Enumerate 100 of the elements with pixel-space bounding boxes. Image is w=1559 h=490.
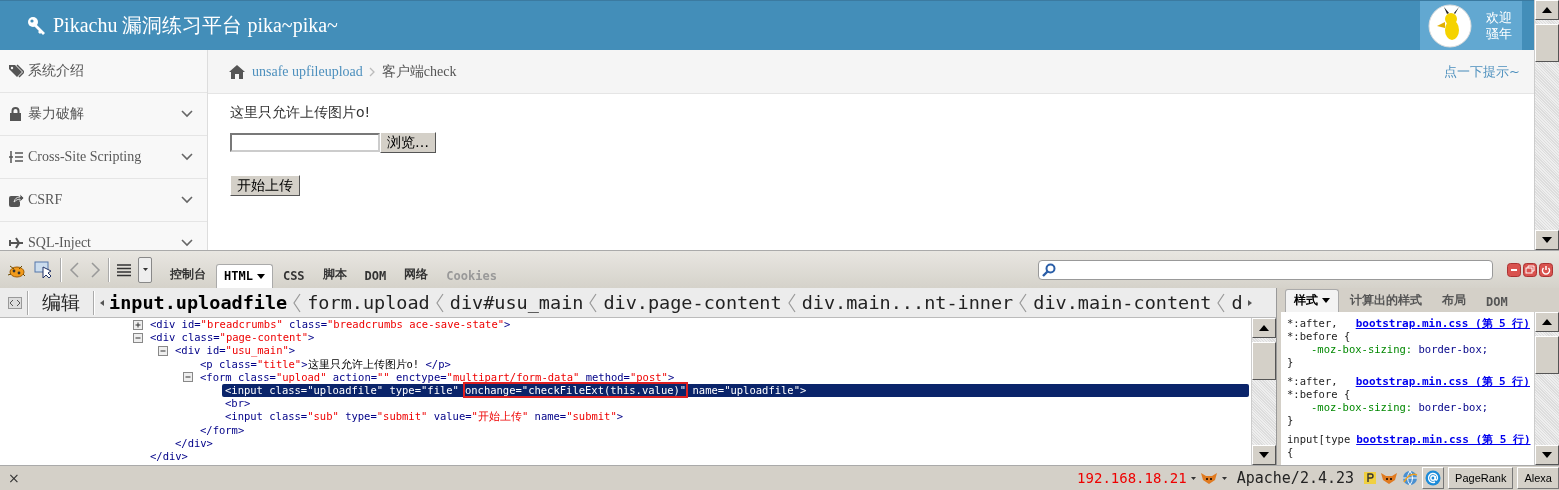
tag-icon [8, 63, 24, 79]
expand-arrows-icon[interactable] [8, 296, 22, 309]
stylesheet-link[interactable]: bootstrap.min.css (第 5 行) [1355, 317, 1534, 330]
path-item[interactable]: form.upload [307, 292, 430, 313]
fox-icon[interactable] [1199, 471, 1218, 485]
plus-box-icon[interactable] [133, 319, 143, 330]
panel-tab[interactable]: DOM [356, 264, 395, 288]
scroll-up-button[interactable] [1535, 0, 1559, 20]
css-selector: *:before { [1287, 330, 1351, 343]
sidebar-item[interactable]: Cross-Site Scripting [0, 136, 207, 179]
close-button[interactable]: × [6, 470, 22, 486]
scrollbar-thumb[interactable] [1535, 24, 1559, 62]
p-badge-icon[interactable] [1364, 472, 1377, 484]
edit-button[interactable]: 编辑 [34, 289, 88, 316]
minimize-button[interactable] [1507, 262, 1521, 277]
side-panel-tab[interactable]: 样式 [1285, 289, 1339, 312]
minus-box-icon[interactable] [158, 345, 168, 356]
code-line[interactable]: <div id="breadcrumbs" class="breadcrumbs ace-save-state"> [147, 318, 514, 332]
status-button[interactable]: PageRank [1448, 467, 1514, 489]
stylesheet-link[interactable]: bootstrap.min.css (第 5 行) [1356, 433, 1534, 446]
search-field[interactable] [1038, 259, 1493, 280]
code-line[interactable]: <form class="upload" action="" enctype="multipart/form-data" method="post"> [197, 370, 678, 384]
share-icon [8, 192, 24, 208]
chevron-down-icon [181, 110, 193, 118]
sidebar-item[interactable]: 暴力破解 [0, 93, 207, 136]
down-triangle-icon [1542, 452, 1552, 458]
css-brace: } [1287, 356, 1295, 369]
upload-instruction: 这里只允许上传图片o! [230, 104, 372, 122]
path-item[interactable]: div.page-content [603, 292, 782, 313]
fox-icon[interactable] [1380, 471, 1399, 485]
side-panel-tab[interactable]: DOM [1477, 292, 1517, 312]
upload-button[interactable]: 开始上传 [230, 175, 300, 196]
code-line[interactable]: <p class="title">这里只允许上传图片o! </p> [197, 357, 454, 371]
at-sign-icon [1425, 470, 1442, 486]
chevron-down-icon [181, 153, 193, 161]
code-line[interactable]: <br> [222, 397, 254, 411]
scrollbar-thumb[interactable] [1252, 342, 1276, 380]
css-selector: *:after, [1287, 317, 1338, 330]
right-triangle-icon[interactable] [1247, 299, 1252, 306]
panel-tab[interactable]: CSS [274, 264, 313, 288]
left-triangle-icon[interactable] [100, 299, 104, 306]
chevron-right-icon [368, 66, 376, 77]
code-line[interactable]: </div> [172, 436, 216, 450]
path-item[interactable]: div.main...nt-inner [801, 292, 1014, 313]
code-line[interactable]: <div id="usu_main"> [172, 344, 299, 358]
panel-tab[interactable]: 脚本 [314, 261, 355, 288]
stylesheet-link[interactable]: bootstrap.min.css (第 5 行) [1355, 375, 1534, 388]
side-panel-tab[interactable]: 计算出的样式 [1341, 289, 1431, 312]
css-selector: { [1287, 446, 1294, 459]
sidebar-item[interactable]: 系统介绍 [0, 50, 207, 93]
side-panel-tab[interactable]: 布局 [1433, 289, 1475, 312]
code-line[interactable]: <input class="sub" type="submit" value="开始上传" name="submit"> [222, 410, 627, 424]
panel-tab[interactable]: HTML [216, 264, 273, 288]
browse-button[interactable]: 浏览… [380, 132, 436, 153]
close-button[interactable] [1539, 262, 1553, 277]
chevron-left-icon [292, 291, 303, 314]
ip-address: 192.168.18.21 [1077, 470, 1187, 486]
search-icon [1042, 262, 1056, 277]
css-brace: } [1287, 414, 1295, 427]
scroll-down-button[interactable] [1535, 230, 1559, 250]
scrollbar-thumb[interactable] [1535, 336, 1559, 374]
scroll-up-button[interactable] [1535, 312, 1559, 332]
at-sign-button[interactable] [1422, 467, 1445, 489]
code-line[interactable]: <div class="page-content"> [147, 331, 318, 345]
menu-icon[interactable] [116, 262, 132, 277]
caret-icon[interactable] [1190, 476, 1196, 480]
up-triangle-icon [1542, 7, 1552, 13]
breadcrumb-current: 客户端check [381, 62, 457, 81]
code-line[interactable]: </form> [197, 423, 248, 437]
server-info: Apache/2.4.23 [1236, 469, 1355, 487]
greeting-text: 骚年 [1486, 25, 1512, 42]
path-item[interactable]: div.main-content [1033, 292, 1212, 313]
restore-button[interactable] [1523, 262, 1537, 277]
path-item[interactable]: input.uploadfile [109, 292, 288, 313]
down-triangle-icon [1542, 237, 1552, 243]
chevron-left-icon [434, 291, 445, 314]
file-path-field[interactable] [230, 133, 380, 152]
path-item[interactable]: div#usu_main [449, 292, 584, 313]
panel-tab[interactable]: 网络 [396, 261, 437, 288]
dropdown-button[interactable] [138, 256, 152, 283]
chevron-left-icon [786, 291, 797, 314]
minus-box-icon[interactable] [183, 372, 193, 383]
greeting-text: 欢迎 [1486, 9, 1512, 26]
code-line[interactable]: </div> [147, 449, 191, 464]
css-property: -moz-box-sizing: [1311, 401, 1413, 413]
scroll-down-button[interactable] [1252, 445, 1276, 465]
list-tree-icon [8, 149, 24, 165]
caret-icon[interactable] [1221, 476, 1227, 480]
scroll-up-button[interactable] [1252, 318, 1276, 338]
scroll-down-button[interactable] [1535, 445, 1559, 465]
lock-icon [8, 106, 24, 122]
minus-box-icon[interactable] [133, 332, 143, 343]
status-button[interactable]: Alexa [1517, 467, 1559, 489]
path-item[interactable]: d [1231, 292, 1243, 313]
down-triangle-icon [1259, 452, 1269, 458]
chevron-left-icon [1216, 291, 1227, 314]
inspect-icon[interactable] [34, 260, 54, 279]
css-property: -moz-box-sizing: [1311, 343, 1413, 355]
sidebar-item[interactable]: CSRF [0, 179, 207, 222]
panel-tab[interactable]: 控制台 [162, 261, 214, 288]
